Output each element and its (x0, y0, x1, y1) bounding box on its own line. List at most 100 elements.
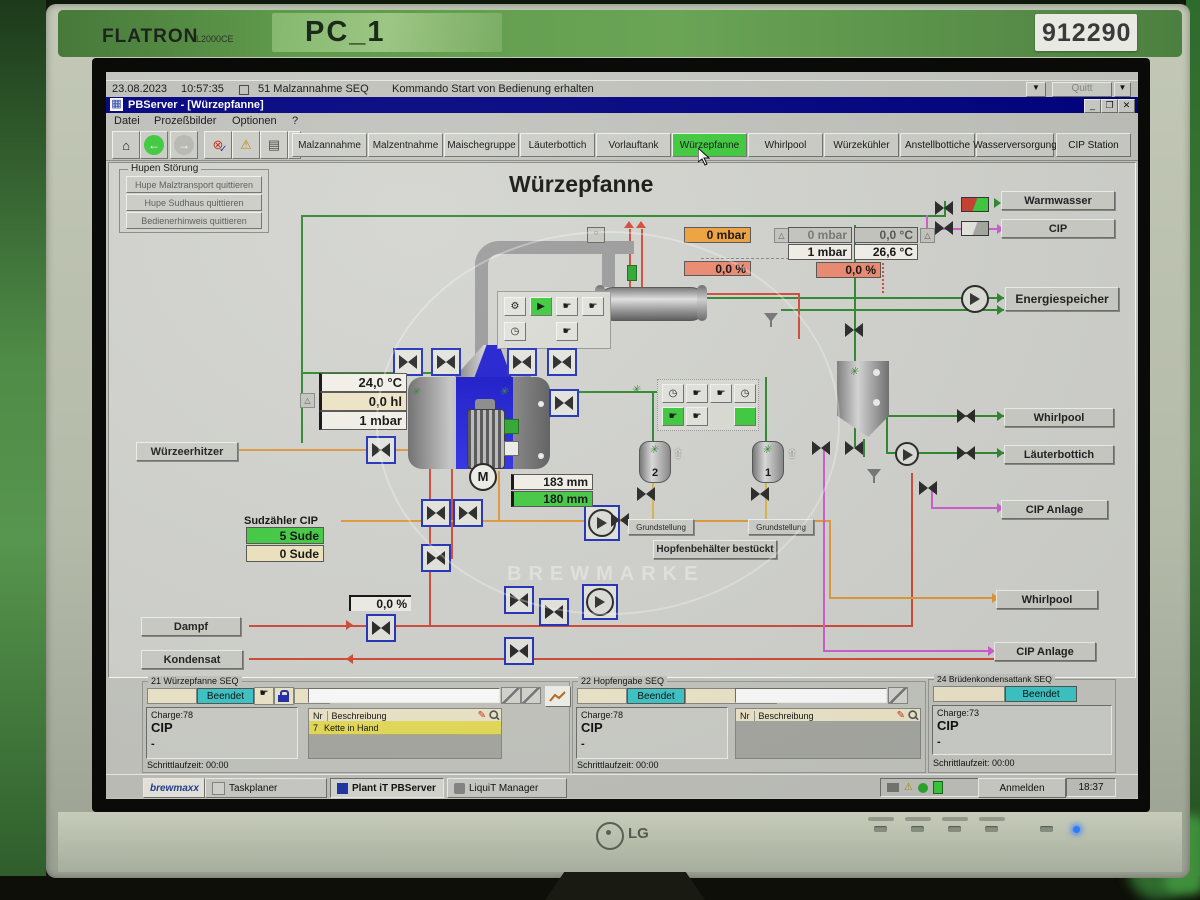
valve-icon[interactable] (539, 598, 569, 626)
label-energiespeicher[interactable]: Energiespeicher (1005, 287, 1119, 311)
hand-icon[interactable]: ☛ (686, 407, 708, 426)
valve-icon[interactable] (547, 348, 577, 376)
message-list[interactable]: 7 Kette in Hand (308, 721, 502, 759)
status-green-icon[interactable] (918, 783, 928, 793)
label-dampf[interactable]: Dampf (141, 617, 241, 636)
valve-icon[interactable] (957, 446, 975, 460)
minimize-button[interactable]: _ (1084, 99, 1101, 113)
home-icon[interactable]: ⌂ (112, 131, 140, 159)
nav-wasserversorgung[interactable]: Wasserversorgung (976, 133, 1054, 157)
command-input[interactable] (735, 688, 887, 703)
valve-icon[interactable] (812, 441, 830, 455)
valve-icon[interactable] (421, 544, 451, 572)
hand-icon[interactable]: ☛ (710, 384, 732, 403)
nav-malzentnahme[interactable]: Malzentnahme (368, 133, 443, 157)
back-icon[interactable]: ← (140, 131, 168, 159)
start-icon[interactable]: ▶ (530, 297, 552, 316)
monitor-power-button[interactable] (1040, 826, 1053, 832)
menu-prozessbilder[interactable]: Prozeßbilder (154, 115, 216, 127)
valve-icon[interactable] (453, 499, 483, 527)
auto-icon[interactable] (734, 407, 756, 426)
nav-laeuterbottich[interactable]: Läuterbottich (520, 133, 595, 157)
hupe-sudhaus-button[interactable]: Hupe Sudhaus quittieren (126, 194, 262, 211)
label-cip-anlage-2[interactable]: CIP Anlage (994, 642, 1096, 661)
label-warmwasser[interactable]: Warmwasser (1001, 191, 1115, 210)
message-row[interactable]: 7 Kette in Hand (309, 721, 501, 735)
hand-icon[interactable]: ☛ (556, 322, 578, 341)
label-kondensat[interactable]: Kondensat (141, 650, 243, 669)
menu-help[interactable]: ? (292, 115, 298, 127)
valve-icon[interactable] (393, 348, 423, 376)
valve-icon[interactable] (431, 348, 461, 376)
valve-icon[interactable] (504, 586, 534, 614)
printer-tray-icon[interactable] (887, 783, 899, 792)
valve-icon[interactable] (637, 487, 655, 501)
label-whirlpool-2[interactable]: Whirlpool (996, 590, 1098, 609)
pump-icon[interactable] (895, 442, 919, 466)
valve-icon[interactable] (421, 499, 451, 527)
label-laeuterbottich[interactable]: Läuterbottich (1004, 445, 1114, 464)
status-badge[interactable]: Beendet (1005, 686, 1077, 702)
nav-whirlpool[interactable]: Whirlpool (748, 133, 823, 157)
nav-anstellbottiche[interactable]: Anstellbottiche (900, 133, 975, 157)
pump-icon[interactable] (961, 285, 989, 313)
clock-icon[interactable]: ◷ (504, 322, 526, 341)
hand-icon[interactable]: ☛ (582, 297, 604, 316)
horn-mute-icon[interactable] (501, 687, 521, 704)
status-badge[interactable]: Beendet (197, 688, 254, 704)
magnifier-icon[interactable] (489, 710, 499, 720)
task-liquit-manager[interactable]: LiquiT Manager (447, 778, 567, 798)
valve-icon[interactable] (845, 323, 863, 337)
start-button[interactable]: brewmaxx (143, 778, 205, 798)
label-cip-top[interactable]: CIP (1001, 219, 1115, 238)
message-list[interactable] (735, 721, 921, 759)
valve-icon[interactable] (504, 637, 534, 665)
hand-icon[interactable]: ☛ (686, 384, 708, 403)
status-badge[interactable]: Beendet (627, 688, 685, 704)
command-input[interactable] (308, 688, 500, 703)
steam-valve-icon[interactable] (366, 614, 396, 642)
label-cip-anlage-1[interactable]: CIP Anlage (1001, 500, 1108, 519)
valve-icon[interactable] (935, 221, 953, 235)
monitor-button[interactable] (985, 826, 998, 832)
alarm-combo-arrow[interactable]: ▼ (1114, 82, 1131, 97)
valve-icon[interactable] (919, 481, 937, 495)
warning-icon[interactable]: ⚠ (232, 131, 260, 159)
edit-icon[interactable]: ✎ (476, 710, 488, 721)
menu-optionen[interactable]: Optionen (232, 115, 277, 127)
warning-tray-icon[interactable]: ⚠ (904, 782, 913, 793)
monitor-button[interactable] (911, 826, 924, 832)
hopfenbehaelter-button[interactable]: Hopfenbehälter bestückt (653, 540, 777, 559)
pump-icon[interactable] (582, 584, 618, 620)
hand-mode-icon[interactable]: ☛ (254, 687, 274, 705)
task-pbserver[interactable]: Plant iT PBServer (330, 778, 444, 798)
nav-vorlauftank[interactable]: Vorlauftank (596, 133, 671, 157)
monitor-button[interactable] (874, 826, 887, 832)
horn-mute-icon[interactable] (888, 687, 908, 704)
alarm-down-button[interactable]: ▼ (1026, 82, 1046, 97)
valve-icon[interactable] (751, 487, 769, 501)
acknowledge-alarm-icon[interactable]: ⊗✓ (204, 131, 232, 159)
magnifier-icon[interactable] (908, 710, 918, 720)
nav-malzannahme[interactable]: Malzannahme (292, 133, 367, 157)
valve-icon[interactable] (366, 436, 396, 464)
bedienerhinweis-button[interactable]: Bedienerhinweis quittieren (126, 212, 262, 229)
valve-icon[interactable] (507, 348, 537, 376)
edit-icon[interactable]: ✎ (895, 710, 907, 721)
valve-icon[interactable] (611, 513, 629, 527)
key-icon[interactable]: ⚙ (504, 297, 526, 316)
hand-auto-icon[interactable]: ☛ (662, 407, 684, 426)
alarm-checkbox[interactable] (239, 85, 249, 95)
lock-icon[interactable] (274, 687, 294, 705)
forward-icon[interactable]: → (170, 131, 198, 159)
nav-maischegruppe[interactable]: Maischegruppe (444, 133, 519, 157)
status-square-icon[interactable] (933, 781, 943, 794)
printer-icon[interactable]: ▤ (260, 131, 288, 159)
close-button[interactable]: ✕ (1118, 99, 1135, 113)
label-wuerzeerhitzer[interactable]: Würzeerhitzer (136, 442, 238, 461)
nav-wuerzekuehler[interactable]: Würzekühler (824, 133, 899, 157)
valve-icon[interactable] (935, 201, 953, 215)
speaker-mute-icon[interactable] (521, 687, 541, 704)
task-taskplaner[interactable]: Taskplaner (205, 778, 327, 798)
label-whirlpool-1[interactable]: Whirlpool (1004, 408, 1114, 427)
